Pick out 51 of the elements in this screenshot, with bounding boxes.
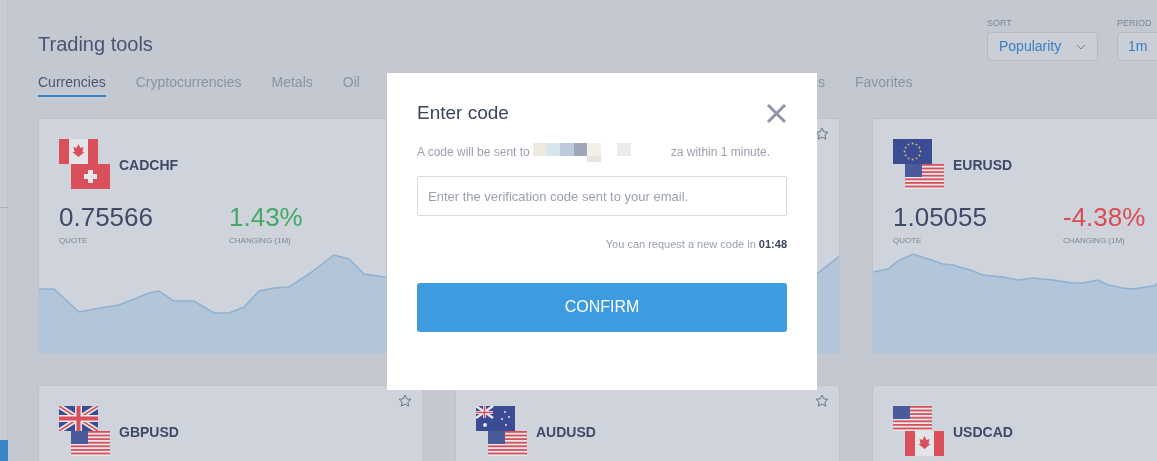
star-icon[interactable]	[815, 127, 829, 141]
period-label: PERIOD	[1117, 18, 1153, 28]
sidebar-indicator	[0, 440, 8, 461]
dialog-title: Enter code	[417, 101, 509, 125]
currency-pair: CADCHF	[119, 156, 179, 175]
chevron-down-icon	[1076, 43, 1086, 50]
change-value: -4.38%	[1063, 202, 1146, 232]
maple-leaf-flag-icon	[905, 431, 944, 456]
tab[interactable]: Metals	[271, 73, 313, 97]
star-icon[interactable]	[815, 394, 829, 408]
tab[interactable]: s	[817, 73, 825, 97]
tab[interactable]: Currencies	[38, 73, 106, 97]
union-jack-flag-icon	[59, 406, 98, 431]
stars-and-stripes-flag-icon	[905, 164, 944, 189]
sort-dropdown[interactable]: Popularity	[987, 32, 1098, 61]
sort-label: SORT	[987, 18, 1013, 28]
change-value: 1.43%	[229, 202, 303, 232]
quote-value: 1.05055	[893, 202, 987, 232]
southern-cross-flag-icon	[476, 406, 515, 431]
stars-and-stripes-flag-icon	[488, 431, 527, 456]
page-title: Trading tools	[38, 32, 153, 57]
instrument-card[interactable]: USDCAD	[872, 385, 1157, 461]
close-icon[interactable]	[766, 102, 787, 124]
maple-leaf-flag-icon	[59, 139, 98, 164]
tab[interactable]: Favorites	[854, 73, 913, 97]
star-icon[interactable]	[398, 394, 412, 408]
code-input-field[interactable]: Enter the verification code sent to your email.	[417, 176, 787, 216]
quote-label: QUOTE	[893, 235, 922, 247]
currency-pair: GBPUSD	[119, 423, 179, 442]
period-dropdown[interactable]: 1m	[1117, 32, 1157, 61]
dialog-message: A code will be sent to	[417, 143, 530, 161]
currency-pair: USDCAD	[953, 423, 1013, 442]
change-label: CHANGING (1M)	[1063, 235, 1125, 247]
currency-pair: AUDUSD	[536, 423, 596, 442]
tab[interactable]: Cryptocurrencies	[135, 73, 242, 97]
stars-and-stripes-flag-icon	[71, 431, 110, 456]
instrument-card[interactable]: CADCHF 0.75566 QUOTE 1.43% CHANGING (1M)	[38, 118, 387, 354]
quote-value: 0.75566	[59, 202, 153, 232]
quote-label: QUOTE	[59, 235, 88, 247]
instrument-card[interactable]: GBPUSD	[38, 385, 423, 461]
currency-pair: EURUSD	[953, 156, 1013, 175]
instrument-card[interactable]: EURUSD 1.05055 QUOTE -4.38% CHANGING (1M)	[872, 118, 1157, 354]
change-label: CHANGING (1M)	[229, 235, 291, 247]
cross-flag-icon	[71, 164, 110, 189]
star-circle-flag-icon	[893, 139, 932, 164]
tab[interactable]: Oil	[342, 73, 360, 97]
confirm-button[interactable]: CONFIRM	[417, 282, 787, 332]
dialog-message: za within 1 minute.	[670, 143, 771, 161]
resend-countdown: You can request a new code in 01:48	[604, 237, 787, 252]
instrument-card[interactable]: AUDUSD	[455, 385, 840, 461]
stars-and-stripes-flag-icon	[893, 406, 932, 431]
